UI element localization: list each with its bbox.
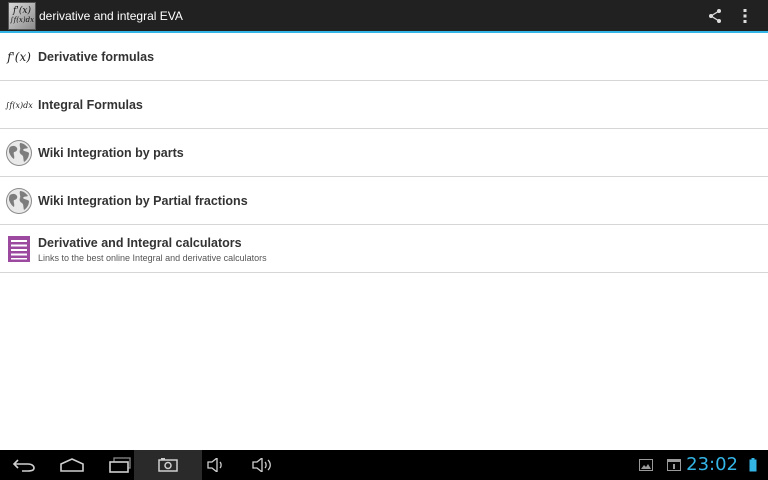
list-item-calculators[interactable]: Derivative and Integral calculators Link… — [0, 225, 768, 273]
recent-apps-icon — [109, 457, 131, 473]
battery-icon — [749, 458, 757, 472]
list-item-title: Derivative formulas — [38, 50, 155, 64]
back-button[interactable] — [8, 450, 40, 480]
share-icon — [709, 8, 721, 23]
document-list-icon — [4, 234, 34, 264]
overflow-menu-icon — [743, 8, 747, 23]
list-item-derivative-formulas[interactable]: f'(x) Derivative formulas — [0, 33, 768, 81]
list-item-integral-formulas[interactable]: ∫f(x)dx Integral Formulas — [0, 81, 768, 129]
image-icon — [639, 459, 653, 471]
calendar-icon — [667, 459, 681, 471]
action-bar: f'(x) ∫f(x)dx derivative and integral EV… — [0, 0, 768, 33]
gallery-notification[interactable] — [636, 450, 656, 480]
list-item-title: Wiki Integration by Partial fractions — [38, 194, 248, 208]
list-item-title: Wiki Integration by parts — [38, 146, 184, 160]
globe-icon — [4, 186, 34, 216]
app-formula-icon[interactable]: f'(x) ∫f(x)dx — [8, 1, 36, 30]
system-nav-bar: 23:02 — [0, 450, 768, 480]
list-item-wiki-integration-by-parts[interactable]: Wiki Integration by parts — [0, 129, 768, 177]
screenshot-icon — [158, 458, 178, 472]
share-button[interactable] — [700, 0, 730, 31]
home-button[interactable] — [56, 450, 88, 480]
calendar-notification[interactable] — [664, 450, 684, 480]
list-item-title: Integral Formulas — [38, 98, 143, 112]
app-title: derivative and integral EVA — [39, 8, 183, 23]
home-icon — [60, 458, 84, 472]
app-icon-top: f'(x) — [13, 5, 31, 16]
globe-icon — [4, 138, 34, 168]
volume-up-button[interactable] — [248, 450, 278, 480]
derivative-formula-icon: f'(x) — [7, 50, 31, 64]
list-item-title: Derivative and Integral calculators — [38, 235, 242, 250]
integral-formula-icon: ∫f(x)dx — [5, 100, 33, 110]
volume-down-icon — [207, 458, 222, 472]
back-icon — [12, 459, 35, 472]
screenshot-button[interactable] — [134, 450, 202, 480]
overflow-menu-button[interactable] — [730, 0, 760, 31]
action-bar-buttons — [700, 0, 760, 31]
app-icon-bottom: ∫f(x)dx — [9, 15, 35, 24]
battery-indicator[interactable] — [746, 450, 760, 480]
volume-up-icon — [252, 458, 271, 472]
list-item-subtitle: Links to the best online Integral and de… — [38, 252, 267, 263]
recent-apps-button[interactable] — [104, 450, 136, 480]
list-item-wiki-partial-fractions[interactable]: Wiki Integration by Partial fractions — [0, 177, 768, 225]
screen: f'(x) ∫f(x)dx derivative and integral EV… — [0, 0, 768, 480]
menu-list: f'(x) Derivative formulas ∫f(x)dx Integr… — [0, 33, 768, 273]
status-clock[interactable]: 23:02 — [686, 450, 738, 480]
volume-down-button[interactable] — [202, 450, 230, 480]
